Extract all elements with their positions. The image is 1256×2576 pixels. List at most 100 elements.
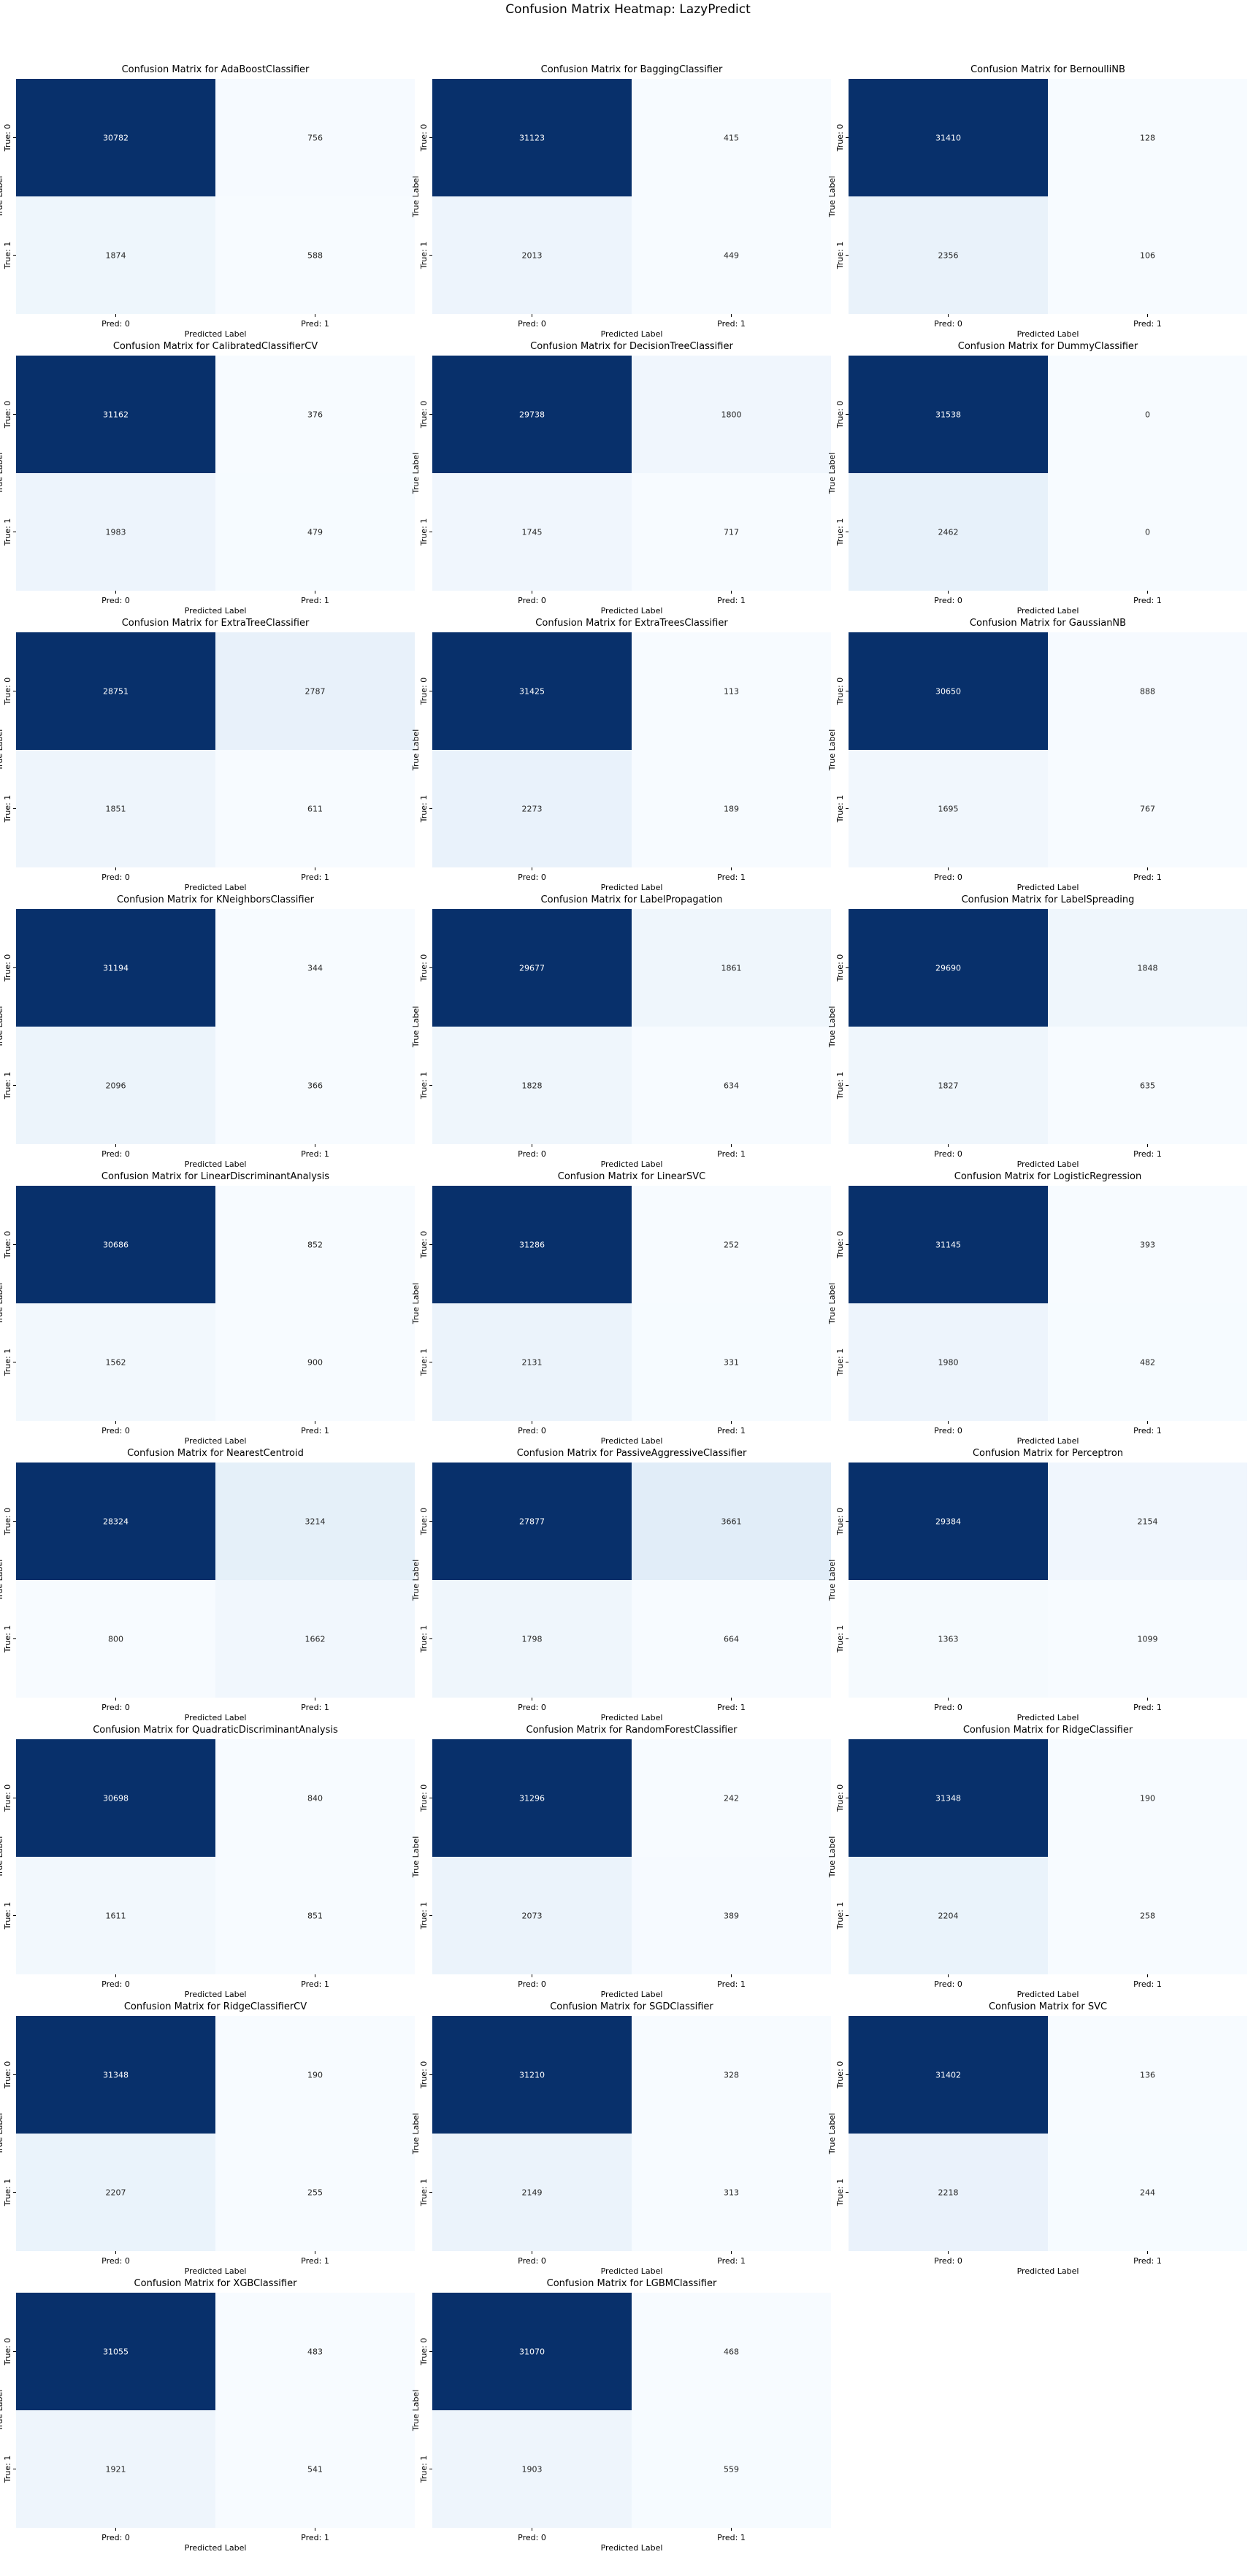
x-tick-label: Pred: 0: [102, 1149, 130, 1159]
y-axis-label: True Label: [827, 729, 837, 772]
cell-value-label: 29738: [519, 410, 545, 420]
y-tick-label: True: 1: [3, 795, 12, 824]
x-tick-label: Pred: 1: [301, 1426, 329, 1435]
panel-sgdclassifier: Confusion Matrix for SGDClassifier 31210 3…: [411, 2001, 831, 2276]
x-tick-label: Pred: 0: [518, 1149, 546, 1159]
cell-value-label: 31296: [519, 1794, 545, 1803]
y-tick-label: True: 1: [3, 1072, 12, 1100]
panel-title: Confusion Matrix for LinearDiscriminantA…: [102, 1171, 329, 1182]
cell-value-label: 588: [307, 251, 323, 261]
y-tick-label: True: 1: [835, 242, 845, 270]
y-tick-label: True: 1: [3, 2456, 12, 2484]
cell-value-label: 900: [307, 1358, 323, 1368]
x-tick-label: Pred: 0: [934, 1149, 962, 1159]
x-axis-label: Predicted Label: [185, 883, 247, 892]
x-tick-label: Pred: 1: [1133, 596, 1162, 605]
panel-title: Confusion Matrix for KNeighborsClassifie…: [117, 894, 315, 905]
panel-extratreeclassifier: Confusion Matrix for ExtraTreeClassifier…: [0, 618, 415, 892]
cell-value-label: 30650: [935, 687, 961, 697]
panel-title: Confusion Matrix for RidgeClassifier: [963, 1725, 1133, 1736]
x-tick-label: Pred: 1: [717, 1703, 746, 1712]
cell-value-label: 255: [307, 2188, 323, 2198]
x-tick-label: Pred: 0: [102, 1703, 130, 1712]
cell-value-label: 767: [1140, 805, 1155, 814]
y-tick-label: True: 0: [835, 401, 845, 429]
x-axis-label: Predicted Label: [1017, 606, 1079, 616]
cell-value-label: 1800: [721, 410, 742, 420]
panel-title: Confusion Matrix for LGBMClassifier: [547, 2278, 717, 2289]
x-tick-label: Pred: 1: [717, 319, 746, 329]
cell-value-label: 2131: [522, 1358, 543, 1368]
cell-value-label: 106: [1140, 251, 1155, 261]
y-tick-label: True: 1: [419, 2456, 429, 2484]
x-axis-label: Predicted Label: [601, 1436, 663, 1446]
cell-value-label: 331: [724, 1358, 739, 1368]
panel-bernoullinb: Confusion Matrix for BernoulliNB 31410 128…: [827, 64, 1247, 339]
y-tick-label: True: 1: [419, 518, 429, 547]
y-tick-label: True: 0: [3, 1231, 12, 1260]
cell-value-label: 1662: [305, 1635, 326, 1644]
cell-value-label: 2154: [1138, 1517, 1158, 1527]
cell-value-label: 851: [307, 1912, 323, 1921]
cell-value-label: 1695: [938, 805, 959, 814]
x-axis-label: Predicted Label: [601, 2543, 663, 2553]
x-tick-label: Pred: 0: [518, 873, 546, 882]
x-tick-label: Pred: 0: [102, 2533, 130, 2542]
x-tick-label: Pred: 0: [518, 1979, 546, 1989]
y-tick-label: True: 0: [419, 954, 429, 983]
x-tick-label: Pred: 1: [717, 2533, 746, 2542]
x-tick-label: Pred: 0: [102, 1979, 130, 1989]
y-axis-label: True Label: [411, 1836, 421, 1879]
cell-value-label: 31194: [103, 964, 129, 973]
cell-value-label: 2462: [938, 528, 959, 537]
x-axis-label: Predicted Label: [185, 2266, 247, 2276]
cell-value-label: 28751: [103, 687, 129, 697]
cell-value-label: 31425: [519, 687, 545, 697]
cell-value-label: 479: [307, 528, 323, 537]
y-axis-label: True Label: [411, 1006, 421, 1049]
cell-value-label: 31410: [935, 134, 961, 143]
y-tick-label: True: 0: [419, 678, 429, 706]
panel-randomforestclassifier: Confusion Matrix for RandomForestClassif…: [411, 1725, 831, 1999]
x-axis-label: Predicted Label: [601, 2266, 663, 2276]
y-tick-label: True: 1: [835, 1349, 845, 1377]
y-tick-label: True: 0: [419, 1785, 429, 1813]
panel-extratreesclassifier: Confusion Matrix for ExtraTreesClassifie…: [411, 618, 831, 892]
x-tick-label: Pred: 0: [934, 873, 962, 882]
cell-value-label: 376: [307, 410, 323, 420]
x-tick-label: Pred: 0: [934, 1703, 962, 1712]
x-tick-label: Pred: 0: [102, 319, 130, 329]
y-axis-label: True Label: [0, 729, 4, 772]
x-tick-label: Pred: 0: [518, 1703, 546, 1712]
y-axis-label: True Label: [827, 176, 837, 218]
cell-value-label: 31055: [103, 2347, 129, 2357]
x-axis-label: Predicted Label: [185, 606, 247, 616]
panel-title: Confusion Matrix for RidgeClassifierCV: [124, 2001, 307, 2012]
y-tick-label: True: 1: [419, 1902, 429, 1931]
x-axis-label: Predicted Label: [185, 1990, 247, 1999]
x-tick-label: Pred: 0: [518, 2533, 546, 2542]
x-tick-label: Pred: 1: [301, 1979, 329, 1989]
x-axis-label: Predicted Label: [185, 1436, 247, 1446]
cell-value-label: 30782: [103, 134, 129, 143]
cell-value-label: 800: [108, 1635, 123, 1644]
y-tick-label: True: 0: [419, 1231, 429, 1260]
panel-title: Confusion Matrix for RandomForestClassif…: [526, 1725, 738, 1736]
panel-title: Confusion Matrix for AdaBoostClassifier: [122, 64, 310, 75]
cell-value-label: 242: [724, 1794, 739, 1803]
panel-lgbmclassifier: Confusion Matrix for LGBMClassifier 31070…: [411, 2278, 831, 2553]
x-tick-label: Pred: 1: [301, 2533, 329, 2542]
panel-title: Confusion Matrix for NearestCentroid: [127, 1448, 304, 1459]
y-axis-label: True Label: [827, 2113, 837, 2155]
panel-title: Confusion Matrix for GaussianNB: [970, 618, 1126, 629]
y-axis-label: True Label: [0, 453, 4, 495]
y-tick-label: True: 0: [835, 1508, 845, 1536]
panel-linearsvc: Confusion Matrix for LinearSVC 31286 252 21…: [411, 1171, 831, 1446]
cell-value-label: 29677: [519, 964, 545, 973]
y-axis-label: True Label: [411, 1560, 421, 1602]
panel-title: Confusion Matrix for ExtraTreesClassifie…: [535, 618, 728, 629]
cell-value-label: 1099: [1138, 1635, 1158, 1644]
cell-value-label: 2273: [522, 805, 543, 814]
cell-value-label: 852: [307, 1241, 323, 1250]
y-axis-label: True Label: [411, 2390, 421, 2432]
